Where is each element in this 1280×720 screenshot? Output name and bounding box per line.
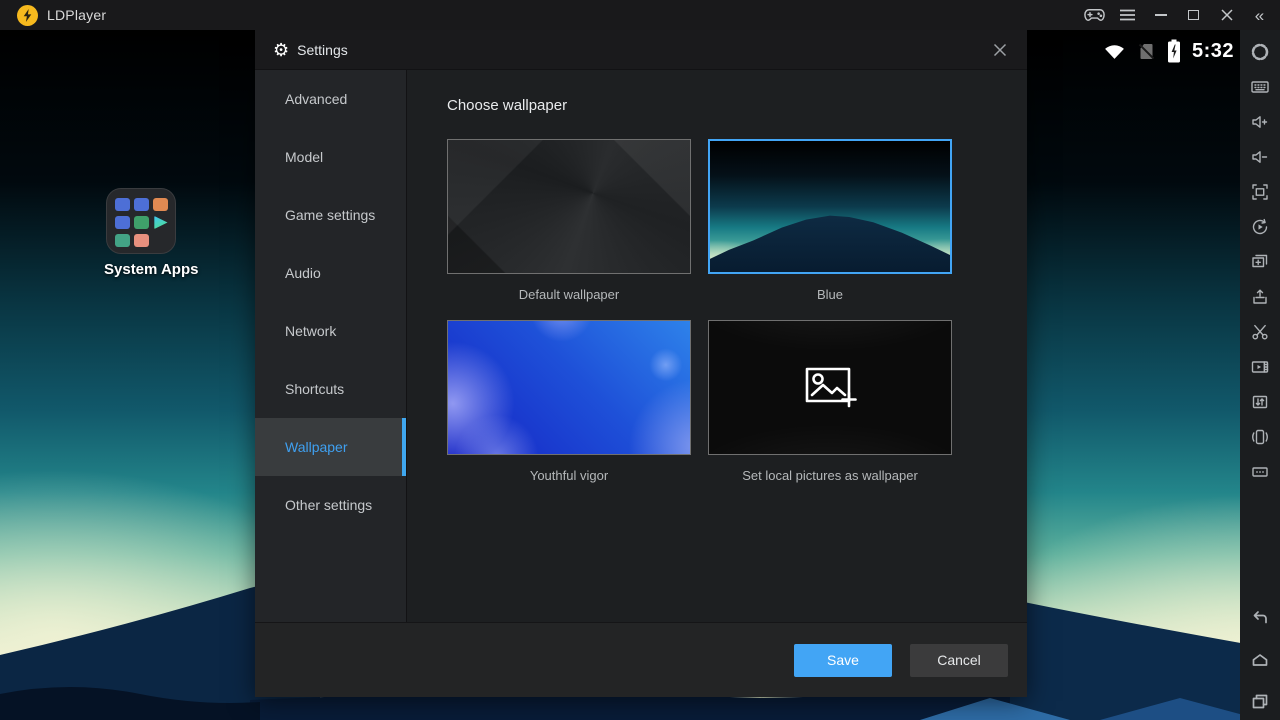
home-icon[interactable] [1250,650,1270,670]
mini-app-icon [115,198,130,211]
nav-item-shortcuts[interactable]: Shortcuts [255,360,406,418]
settings-nav: Advanced Model Game settings Audio Netwo… [255,70,407,622]
settings-gear-icon[interactable] [1250,42,1270,62]
wallpaper-option-default[interactable]: Default wallpaper [447,139,691,302]
nav-item-advanced[interactable]: Advanced [255,70,406,128]
nav-item-network[interactable]: Network [255,302,406,360]
mini-play-store-icon [153,216,168,229]
no-sim-icon [1137,42,1156,61]
wallpaper-label: Set local pictures as wallpaper [708,468,952,483]
wallpaper-thumb-add-local[interactable] [708,320,952,455]
maximize-icon[interactable] [1177,0,1210,30]
screenshot-scissors-icon[interactable] [1250,322,1270,342]
multi-window-icon[interactable] [1250,252,1270,272]
keyboard-mapping-icon[interactable] [1250,77,1270,97]
volume-down-icon[interactable] [1250,147,1270,167]
add-picture-icon [803,365,857,411]
wallpaper-option-local-picture[interactable]: Set local pictures as wallpaper [708,320,952,483]
nav-item-other-settings[interactable]: Other settings [255,476,406,534]
wallpaper-option-blue[interactable]: Blue [708,139,952,302]
menu-icon[interactable] [1111,0,1144,30]
wallpaper-label: Default wallpaper [447,287,691,302]
clock: 5:32 [1192,40,1234,63]
minimize-icon[interactable] [1144,0,1177,30]
ldplayer-logo-icon [17,5,38,26]
wallpaper-label: Youthful vigor [447,468,691,483]
wallpaper-thumb-blue-selected[interactable] [708,139,952,274]
nav-item-wallpaper[interactable]: Wallpaper [255,418,406,476]
nav-item-model[interactable]: Model [255,128,406,186]
recents-icon[interactable] [1250,692,1270,712]
mini-app-icon [134,234,149,247]
battery-charging-icon [1167,39,1181,63]
settings-dialog-title: Settings [297,42,348,58]
dialog-footer: Save Cancel [255,622,1027,697]
status-bar: 5:32 [1103,37,1234,65]
wallpaper-thumb-default[interactable] [447,139,691,274]
wifi-icon [1103,42,1126,61]
mini-app-icon [115,234,130,247]
wallpaper-label: Blue [708,287,952,302]
gamepad-icon[interactable] [1078,0,1111,30]
settings-dialog-header: ⚙ Settings [255,30,1027,70]
wallpaper-option-youthful-vigor[interactable]: Youthful vigor [447,320,691,483]
apk-install-icon[interactable] [1250,287,1270,307]
save-button[interactable]: Save [794,644,892,677]
nav-item-game-settings[interactable]: Game settings [255,186,406,244]
cancel-button[interactable]: Cancel [910,644,1008,677]
sync-restart-icon[interactable] [1250,217,1270,237]
wallpaper-thumb-youthful-vigor[interactable] [447,320,691,455]
fullscreen-icon[interactable] [1250,182,1270,202]
mini-app-icon [134,216,149,229]
nav-item-audio[interactable]: Audio [255,244,406,302]
mini-app-icon [115,216,130,229]
wallpaper-panel: Choose wallpaper Default wallpaper Blue … [407,70,1027,622]
dialog-close-icon[interactable] [989,39,1011,61]
settings-dialog: ⚙ Settings Advanced Model Game settings … [255,30,1027,697]
choose-wallpaper-heading: Choose wallpaper [447,97,1027,115]
mini-app-icon [153,198,168,211]
synchronizer-icon[interactable] [1250,392,1270,412]
more-icon[interactable] [1250,462,1270,482]
volume-up-icon[interactable] [1250,112,1270,132]
close-icon[interactable] [1210,0,1243,30]
system-apps-folder-icon [106,188,176,254]
title-bar: LDPlayer « [0,0,1280,30]
settings-gear-icon: ⚙ [273,41,289,59]
shake-icon[interactable] [1250,427,1270,447]
window-title: LDPlayer [47,7,106,23]
system-apps-folder[interactable]: System Apps [104,188,178,278]
ldplayer-window: LDPlayer « [0,0,1280,720]
screen-record-icon[interactable] [1250,357,1270,377]
back-icon[interactable] [1250,608,1270,628]
toolbar-sidebar [1240,30,1280,720]
collapse-icon[interactable]: « [1243,0,1276,30]
mini-app-icon [134,198,149,211]
folder-label: System Apps [104,261,178,278]
